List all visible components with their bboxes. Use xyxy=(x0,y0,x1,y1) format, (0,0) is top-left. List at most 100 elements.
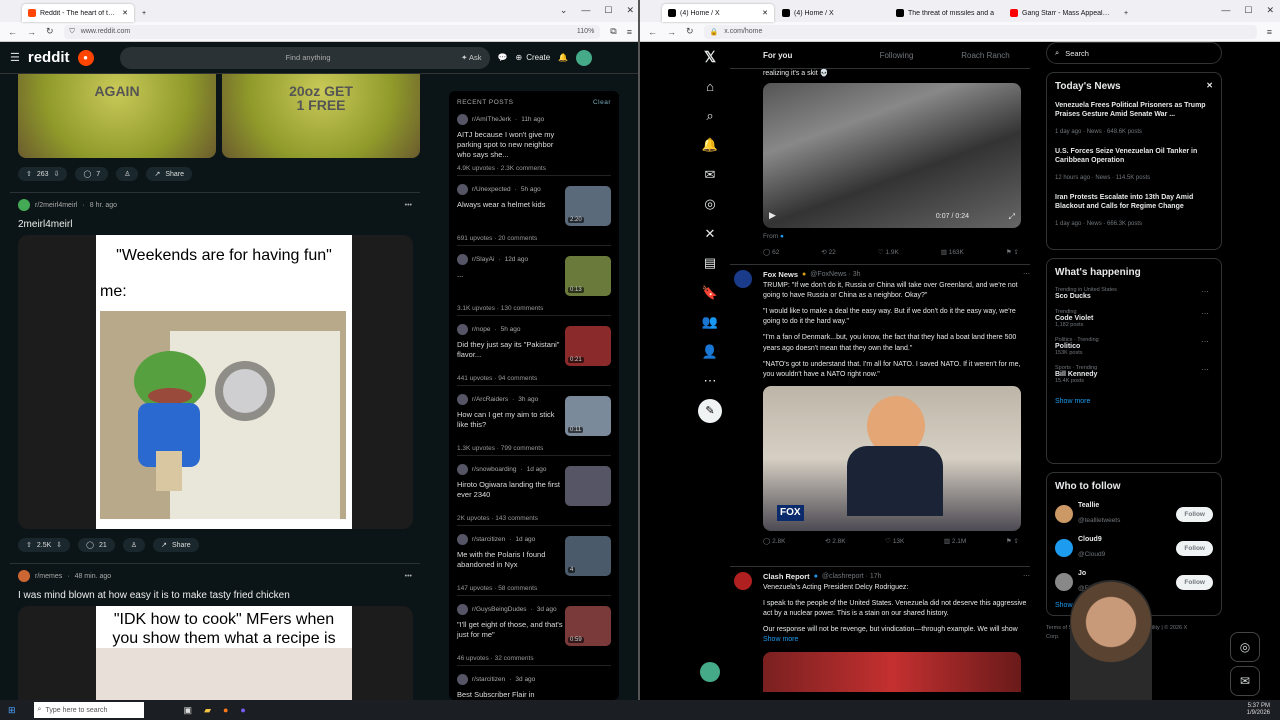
recent-post[interactable]: r/nope · 5h ago Did they just say its "Pa… xyxy=(457,316,611,386)
tab-roach-ranch[interactable]: Roach Ranch xyxy=(941,42,1030,68)
search-input[interactable]: ⌕ Search xyxy=(1046,42,1222,64)
post-image-caps[interactable]: AGAIN 20oz GET 1 FREE xyxy=(10,74,420,158)
reload-icon[interactable]: ↻ xyxy=(46,26,54,37)
more-options-icon[interactable]: ⋯ xyxy=(1201,337,1209,346)
more-icon[interactable]: ⋯ xyxy=(695,367,725,397)
profile-icon[interactable]: 👤 xyxy=(695,337,725,367)
subreddit-link[interactable]: r/memes xyxy=(35,573,62,580)
avatar[interactable] xyxy=(734,572,752,590)
more-options-icon[interactable]: ⋯ xyxy=(1023,572,1030,582)
trend-item[interactable]: Trending in United States Sco Ducks ⋯ xyxy=(1055,287,1213,300)
clock[interactable]: 5:37 PM 1/9/2026 xyxy=(1247,703,1270,717)
back-icon[interactable]: ← xyxy=(648,27,657,37)
tab-following[interactable]: Following xyxy=(852,42,941,68)
author-name[interactable]: Fox News xyxy=(763,270,798,281)
post-title[interactable]: I was mind blown at how easy it is to ma… xyxy=(18,590,420,601)
post-media[interactable]: "Weekends are for having fun" me: xyxy=(18,235,413,529)
chat-icon[interactable]: 💬 xyxy=(498,53,508,62)
close-window-icon[interactable]: ✕ xyxy=(626,5,634,16)
follow-item[interactable]: Teallie @teallietweets Follow xyxy=(1055,502,1213,526)
news-item[interactable]: Venezuela Frees Political Prisoners as T… xyxy=(1055,101,1213,138)
share-button[interactable]: ↗ Share xyxy=(146,167,193,181)
task-view-icon[interactable]: ▣ xyxy=(184,705,193,716)
firefox-icon[interactable]: ● xyxy=(223,705,228,715)
bookmark-icon[interactable]: ⚑ ⇪ xyxy=(1006,537,1019,546)
tab-youtube[interactable]: Gang Starr - Mass Appeal - You xyxy=(1004,4,1116,22)
trend-item[interactable]: Politics · Trending Politico 153K posts ⋯ xyxy=(1055,337,1213,356)
tab-reddit[interactable]: Reddit - The heart of the intern ✕ xyxy=(22,4,134,22)
views-button[interactable]: ▥ 163K xyxy=(941,248,964,257)
share-button[interactable]: ↗ Share xyxy=(153,538,199,552)
show-more-link[interactable]: Show more xyxy=(763,635,1030,645)
new-tab-button[interactable]: + xyxy=(136,4,156,22)
maximize-icon[interactable]: ☐ xyxy=(604,5,612,16)
minimize-icon[interactable]: — xyxy=(1221,5,1230,16)
reply-button[interactable]: ◯ 62 xyxy=(763,248,779,257)
file-explorer-icon[interactable]: ▰ xyxy=(204,705,211,716)
back-icon[interactable]: ← xyxy=(8,27,17,37)
more-options-icon[interactable]: ⋯ xyxy=(1023,270,1030,280)
close-tab-icon[interactable]: ✕ xyxy=(762,9,768,17)
award-icon[interactable]: ♙ xyxy=(122,538,146,552)
search-icon[interactable]: ⌕ xyxy=(695,101,725,131)
search-input[interactable]: Find anything ✦ Ask xyxy=(119,46,490,69)
more-options-icon[interactable]: ⋯ xyxy=(1201,287,1209,296)
post-button[interactable]: ✎ xyxy=(695,396,725,426)
fullscreen-icon[interactable]: ⤢ xyxy=(1009,211,1015,223)
close-window-icon[interactable]: ✕ xyxy=(1266,5,1274,16)
ask-button[interactable]: ✦ Ask xyxy=(461,53,481,62)
more-options-icon[interactable]: ⋯ xyxy=(1201,365,1209,374)
vote-pill[interactable]: ⇧ 2.5K ⇩ xyxy=(18,538,71,552)
reddit-snoo-icon[interactable]: ● xyxy=(77,49,94,66)
messages-icon[interactable]: ✉ xyxy=(695,160,725,190)
windows-start-icon[interactable]: ⊞ xyxy=(8,705,16,716)
recent-post[interactable]: r/Unexpected · 5h ago Always wear a helme… xyxy=(457,176,611,246)
post-media[interactable]: "IDK how to cook" MFers when you show th… xyxy=(18,606,413,700)
tab-for-you[interactable]: For you xyxy=(730,42,852,68)
notifications-icon[interactable]: 🔔 xyxy=(695,131,725,161)
tweet-image[interactable] xyxy=(763,651,1021,692)
recent-post[interactable]: r/AmITheJerk · 11h ago AITJ because I won… xyxy=(457,106,611,176)
show-more-link[interactable]: Show more xyxy=(1055,398,1213,405)
reload-icon[interactable]: ↻ xyxy=(686,26,694,37)
minimize-icon[interactable]: — xyxy=(581,5,590,16)
zoom-level[interactable]: 110% xyxy=(577,28,594,35)
new-tab-button[interactable]: + xyxy=(1118,4,1138,22)
taskbar-search[interactable]: ⌕ Type here to search xyxy=(33,702,144,718)
maximize-icon[interactable]: ☐ xyxy=(1244,5,1252,16)
create-button[interactable]: ⊕ Create xyxy=(516,53,551,62)
more-options-icon[interactable]: ••• xyxy=(405,573,412,580)
forward-icon[interactable]: → xyxy=(27,27,36,37)
communities-icon[interactable]: 👥 xyxy=(695,308,725,338)
recent-post[interactable]: r/GuysBeingDudes · 3d ago "I'll get eight… xyxy=(457,596,611,666)
tab-x-home[interactable]: (4) Home / X ✕ xyxy=(662,4,774,22)
recent-post[interactable]: r/starcitizen · 1d ago Me with the Polari… xyxy=(457,526,611,596)
avatar[interactable] xyxy=(1055,505,1073,523)
follow-button[interactable]: Follow xyxy=(1176,574,1213,590)
play-icon[interactable]: ▶ xyxy=(769,209,776,222)
menu-icon[interactable]: ≡ xyxy=(1267,27,1272,37)
forward-icon[interactable]: → xyxy=(667,27,676,37)
more-options-icon[interactable]: ⋯ xyxy=(1201,309,1209,318)
recent-post[interactable]: r/starcitizen · 3d ago Best Subscriber Fl… xyxy=(457,666,611,700)
more-options-icon[interactable]: ••• xyxy=(405,202,412,209)
premium-icon[interactable]: ✕ xyxy=(695,219,725,249)
recent-post[interactable]: r/SlayAi · 12d ago... 3.1K upvotes · 130 … xyxy=(457,246,611,316)
app-icon[interactable]: ● xyxy=(240,705,245,715)
trend-item[interactable]: Trending Code Violet 1,182 posts ⋯ xyxy=(1055,309,1213,328)
post-title[interactable]: 2meirl4meirl xyxy=(18,219,420,230)
recent-post[interactable]: r/snowboarding · 1d ago Hiroto Ogiwara la… xyxy=(457,456,611,526)
chevron-down-icon[interactable]: ⌄ xyxy=(560,5,568,16)
clear-button[interactable]: Clear xyxy=(593,99,611,106)
reddit-logo[interactable]: reddit xyxy=(28,49,70,66)
address-bar[interactable]: 🔒 x.com/home xyxy=(703,24,1257,39)
account-avatar[interactable] xyxy=(695,658,725,688)
news-item[interactable]: Iran Protests Escalate into 13th Day Ami… xyxy=(1055,193,1213,230)
grok-icon[interactable]: ◎ xyxy=(695,190,725,220)
recent-post[interactable]: r/ArcRaiders · 3h ago How can I get my ai… xyxy=(457,386,611,456)
tweet-image[interactable]: FOX xyxy=(763,386,1021,531)
bookmark-icon[interactable]: ⚑ ⇪ xyxy=(1006,248,1019,257)
home-icon[interactable]: ⌂ xyxy=(695,72,725,102)
author-name[interactable]: Clash Report xyxy=(763,572,810,583)
repost-button[interactable]: ⟲ 22 xyxy=(821,248,836,257)
